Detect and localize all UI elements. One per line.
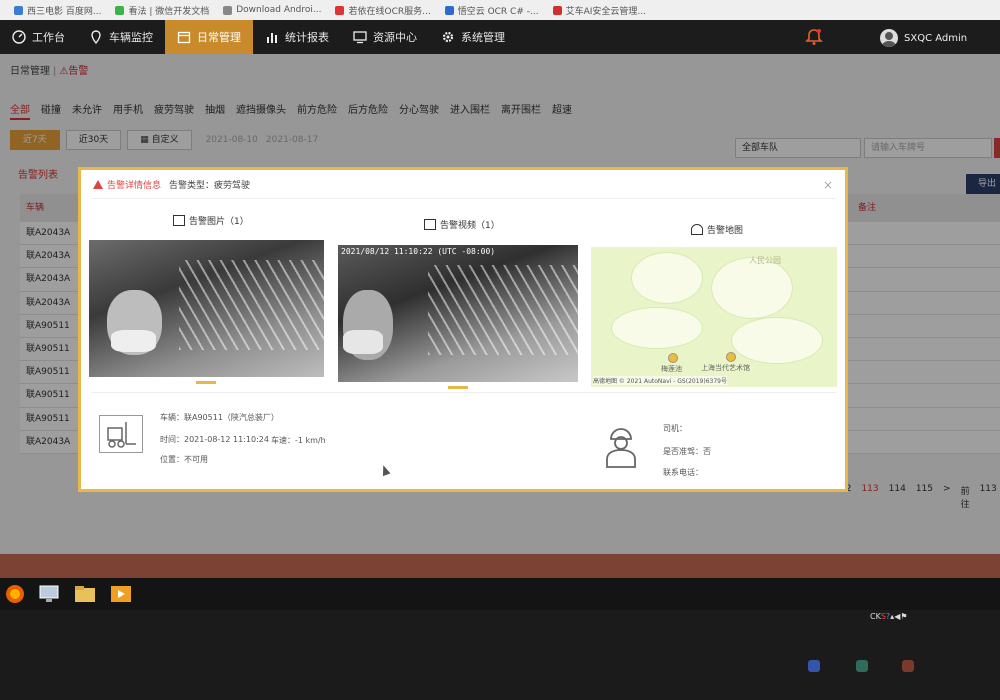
bookmark-icon (444, 5, 454, 15)
modal-header: 告警详情信息 告警类型： 疲劳驾驶 (93, 178, 250, 191)
image-icon (173, 215, 185, 226)
user-menu[interactable]: SXQC Admin (880, 29, 967, 47)
folder-icon[interactable] (72, 583, 98, 605)
bookmark-item[interactable]: 看法 | 微信开发文档 (115, 4, 209, 17)
divider (91, 198, 836, 199)
map-poi-label: 梅莲池 (661, 365, 682, 373)
bookmark-item[interactable]: 悟空云 OCR C# -... (444, 4, 539, 17)
vehicle-info: 车辆：联A90511（陕汽总装厂） (160, 413, 279, 422)
modal-title: 告警详情信息 (107, 181, 162, 191)
bookmark-item[interactable]: 西三电影 百度网... (14, 4, 101, 17)
nav-dashboard[interactable]: 工作台 (0, 20, 77, 54)
driver-mask (343, 330, 383, 354)
photo-background (179, 260, 324, 350)
dashboard-icon (12, 30, 26, 44)
top-nav: 工作台 车辆监控 日常管理 统计报表 资源中心 系统管理 SXQC Admin (0, 20, 1000, 54)
alarm-time: 时间：2021-08-12 11:10:24 (160, 435, 269, 444)
map-area (731, 317, 823, 364)
firefox-icon[interactable] (2, 583, 28, 605)
monitor-button[interactable] (856, 660, 868, 672)
video-timestamp: 2021/08/12 11:10:22 (UTC -08:00) (341, 247, 496, 256)
tab-alarm-map[interactable]: 告警地图 (691, 223, 743, 236)
monitor-bezel (0, 610, 1000, 700)
driver-phone: 联系电话： (663, 468, 703, 477)
vehicle-speed: 车速：-1 km/h (271, 436, 326, 445)
close-icon[interactable]: × (823, 178, 833, 192)
video-icon (424, 219, 436, 230)
monitor-icon (353, 31, 367, 44)
bookmarks-bar: 西三电影 百度网... 看法 | 微信开发文档 Download Androi.… (0, 0, 1000, 21)
map-attribution: 高德地图 © 2021 AutoNavi - GS(2019)6379号 (593, 376, 727, 385)
location-info: 位置：不可用 (160, 455, 208, 464)
bookmark-icon (14, 5, 23, 15)
nav-vehicle-monitor[interactable]: 车辆监控 (77, 20, 165, 54)
alarm-type-value: 疲劳驾驶 (214, 181, 251, 191)
map-area (611, 307, 703, 349)
driver-name: 司机： (663, 424, 687, 433)
power-button[interactable] (902, 660, 914, 672)
nav-statistics[interactable]: 统计报表 (253, 20, 341, 54)
driver-mask (111, 330, 156, 352)
warning-icon (93, 180, 103, 189)
system-tray: CK S ? ▴ ◀ ⚑ (870, 612, 908, 621)
driver-authorized: 是否准驾：否 (663, 447, 711, 456)
tab-alarm-photos[interactable]: 告警图片（1） (173, 214, 249, 227)
carousel-indicator[interactable] (448, 386, 468, 389)
nav-resource-center[interactable]: 资源中心 (341, 20, 429, 54)
alarm-type-label: 告警类型： (169, 181, 215, 191)
nav-system-management[interactable]: 系统管理 (429, 20, 517, 54)
mouse-cursor (379, 463, 391, 477)
alarm-photo[interactable] (89, 240, 324, 377)
carousel-indicator[interactable] (196, 381, 216, 384)
network-icon[interactable] (36, 583, 62, 605)
alarm-detail-modal: 告警详情信息 告警类型： 疲劳驾驶 × 告警图片（1） 告警视频（1） 告警地图… (78, 167, 848, 492)
tray-icon[interactable]: CK (870, 612, 881, 621)
map-poi-marker[interactable] (668, 353, 678, 363)
bookmark-icon (115, 5, 125, 15)
flag-icon[interactable]: ⚑ (900, 612, 907, 621)
map-area (631, 252, 703, 304)
location-pin-icon (91, 30, 101, 44)
map-poi-marker[interactable] (726, 352, 736, 362)
video-background (428, 265, 578, 355)
avatar (880, 29, 898, 47)
calendar-icon (177, 31, 191, 44)
bookmark-icon (335, 5, 345, 15)
alarm-map[interactable]: 人民公园 梅莲池 上海当代艺术馆 高德地图 © 2021 AutoNavi - … (591, 247, 837, 387)
tab-alarm-video[interactable]: 告警视频（1） (424, 218, 500, 231)
bookmark-item[interactable]: 若依在线OCR服务... (335, 4, 431, 17)
nav-daily-management[interactable]: 日常管理 (165, 20, 253, 54)
bar-chart-icon (267, 33, 277, 43)
forklift-icon (99, 415, 143, 453)
taskbar (0, 578, 1000, 610)
bookmark-item[interactable]: Download Androi... (223, 5, 321, 15)
media-player-icon[interactable] (108, 583, 134, 605)
gear-icon (442, 31, 454, 43)
alarm-video[interactable]: 2021/08/12 11:10:22 (UTC -08:00) (338, 245, 578, 382)
map-pin-icon (691, 224, 703, 235)
map-poi-label: 上海当代艺术馆 (701, 364, 750, 372)
bookmark-icon (223, 5, 233, 15)
monitor-button[interactable] (808, 660, 820, 672)
bell-icon[interactable] (805, 28, 823, 46)
driver-icon (606, 428, 636, 468)
bookmark-icon (552, 5, 562, 15)
bookmark-item[interactable]: 艾车AI安全云管理... (552, 4, 646, 17)
divider (91, 392, 836, 393)
map-label-park: 人民公园 (749, 256, 781, 265)
map-area (711, 257, 793, 319)
